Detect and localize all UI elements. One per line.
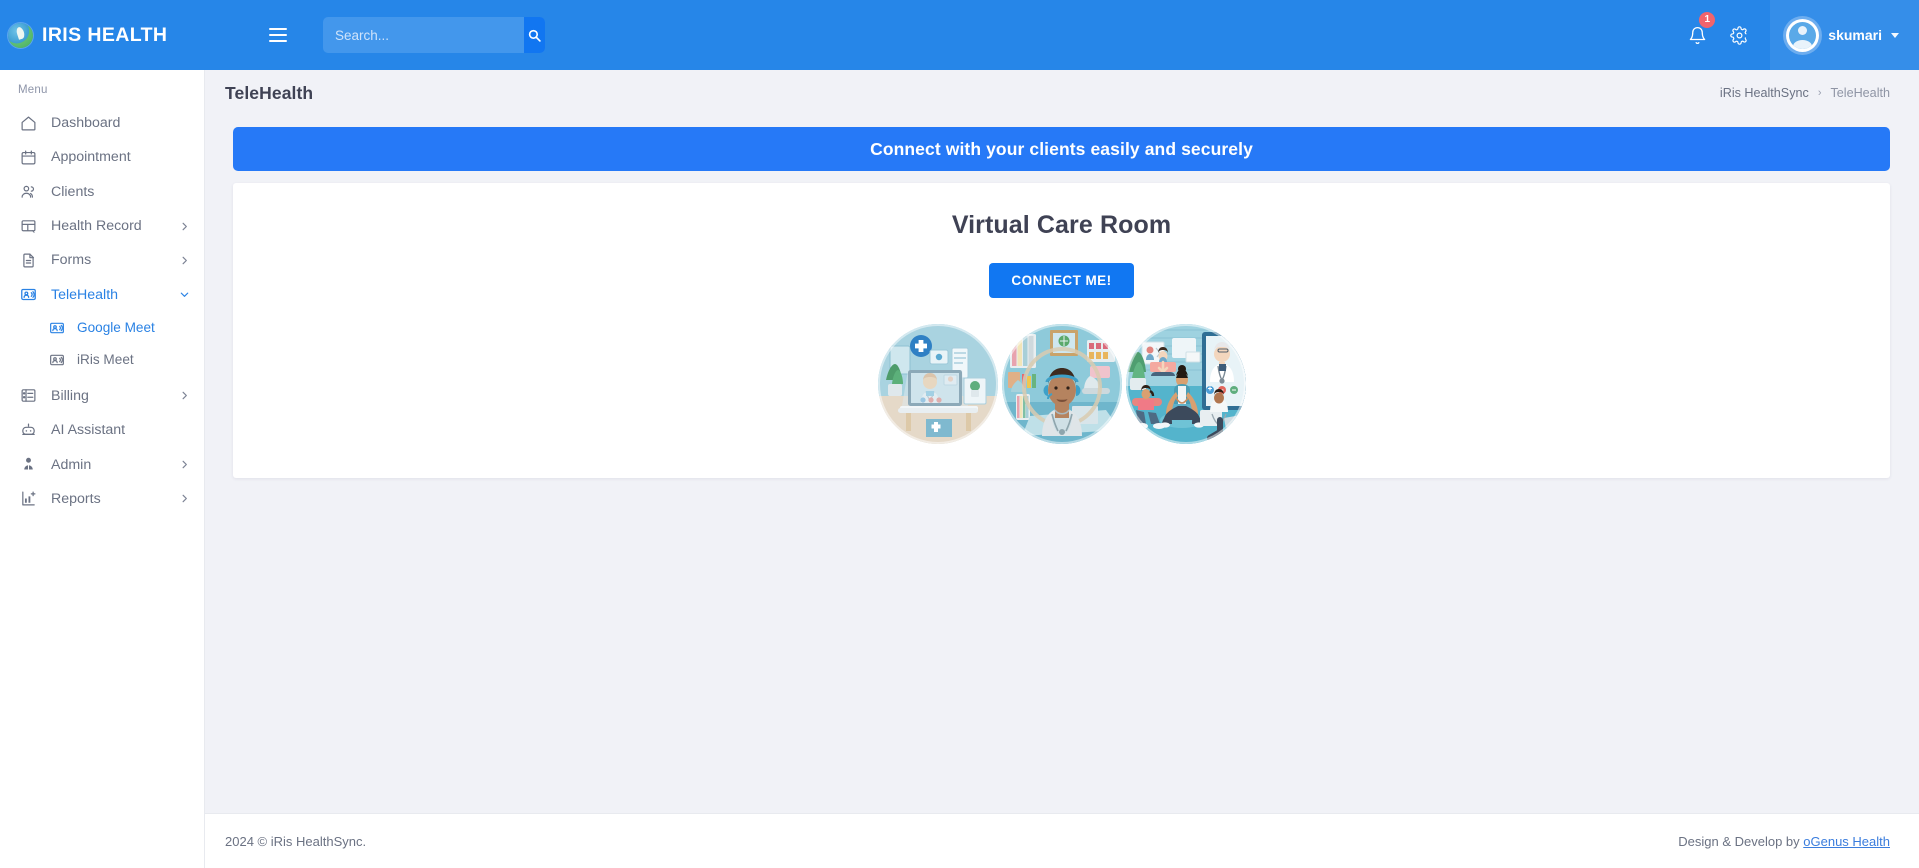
sidebar-subitem-label: Google Meet	[77, 320, 155, 336]
admin-user-icon	[19, 455, 38, 474]
user-avatar-icon	[1786, 18, 1820, 52]
chevron-down-icon	[179, 289, 190, 300]
footer-credit: Design & Develop by oGenus Health	[1678, 834, 1890, 849]
connect-me-button[interactable]: CONNECT ME!	[989, 263, 1134, 298]
chevron-right-icon: ›	[1817, 87, 1822, 99]
sidebar-item-label: TeleHealth	[51, 286, 119, 303]
sidebar-item-health-record[interactable]: Health Record	[0, 209, 204, 243]
page-title: TeleHealth	[225, 82, 314, 103]
id-card-icon	[48, 319, 66, 337]
calendar-icon	[19, 148, 38, 167]
id-card-icon	[19, 285, 38, 304]
sidebar-subitem-label: iRis Meet	[77, 352, 134, 368]
users-icon	[19, 182, 38, 201]
brand-name: IRIS HEALTH	[42, 23, 168, 46]
home-icon	[19, 114, 38, 133]
telehealth-laptop-consultation-illustration	[877, 324, 998, 444]
sidebar-item-label: Health Record	[51, 218, 142, 235]
search-bar[interactable]	[323, 17, 545, 53]
id-card-icon	[48, 351, 66, 369]
sidebar-item-label: Dashboard	[51, 115, 121, 132]
chevron-right-icon	[179, 390, 190, 401]
chevron-right-icon	[179, 221, 190, 232]
bell-icon[interactable]: 1	[1676, 0, 1718, 70]
sidebar-item-label: Admin	[51, 456, 92, 473]
sidebar-item-billing[interactable]: Billing	[0, 379, 204, 413]
sidebar-item-label: Reports	[51, 490, 101, 507]
sidebar: Menu Dashboard Appointment Clients Healt…	[0, 70, 205, 868]
breadcrumb-root-link[interactable]: iRis HealthSync	[1720, 86, 1809, 100]
search-input[interactable]	[323, 17, 524, 53]
robot-icon	[19, 421, 38, 440]
chevron-right-icon	[179, 493, 190, 504]
billing-list-icon	[19, 386, 38, 405]
sidebar-subitem-iris-meet[interactable]: iRis Meet	[0, 344, 204, 376]
page-footer: 2024 © iRis HealthSync. Design & Develop…	[205, 813, 1919, 868]
chart-plus-icon	[19, 489, 38, 508]
sidebar-item-label: Billing	[51, 387, 89, 404]
document-icon	[19, 251, 38, 270]
sidebar-item-telehealth[interactable]: TeleHealth	[0, 277, 204, 311]
breadcrumb-current: TeleHealth	[1830, 86, 1890, 100]
sidebar-item-label: AI Assistant	[51, 422, 126, 439]
card-heading: Virtual Care Room	[951, 211, 1172, 239]
search-icon[interactable]	[524, 17, 545, 53]
sidebar-item-label: Clients	[51, 183, 95, 200]
main-content: TeleHealth iRis HealthSync › TeleHealth …	[205, 70, 1919, 868]
grid-heart-icon	[19, 217, 38, 236]
header-actions: 1 skumari	[1676, 0, 1919, 70]
sidebar-subitem-google-meet[interactable]: Google Meet	[0, 312, 204, 344]
chevron-down-icon	[1891, 32, 1899, 38]
sidebar-item-reports[interactable]: Reports	[0, 482, 204, 516]
sidebar-item-clients[interactable]: Clients	[0, 175, 204, 209]
sidebar-item-admin[interactable]: Admin	[0, 447, 204, 481]
ogenus-health-link[interactable]: oGenus Health	[1803, 834, 1890, 849]
sidebar-item-forms[interactable]: Forms	[0, 243, 204, 277]
globe-leaf-logo-icon	[8, 22, 33, 48]
breadcrumb: iRis HealthSync › TeleHealth	[1720, 86, 1890, 100]
notification-count-badge: 1	[1699, 12, 1716, 28]
user-name: skumari	[1828, 27, 1882, 43]
brand-area[interactable]: IRIS HEALTH	[0, 0, 255, 70]
footer-copyright: 2024 © iRis HealthSync.	[225, 833, 367, 849]
sidebar-item-label: Forms	[51, 252, 92, 269]
top-header-bar: IRIS HEALTH 1	[0, 0, 1919, 70]
sidebar-item-appointment[interactable]: Appointment	[0, 140, 204, 174]
gear-icon[interactable]	[1718, 0, 1760, 70]
doctor-with-headset-illustration	[1001, 324, 1122, 444]
telehealth-image-gallery	[877, 324, 1246, 444]
virtual-care-room-card: Virtual Care Room CONNECT ME!	[233, 183, 1890, 478]
sidebar-item-label: Appointment	[51, 149, 131, 166]
promo-banner: Connect with your clients easily and sec…	[233, 127, 1890, 171]
hamburger-icon[interactable]	[261, 18, 295, 52]
sidebar-item-ai-assistant[interactable]: AI Assistant	[0, 413, 204, 447]
sidebar-section-label: Menu	[18, 84, 48, 96]
chevron-right-icon	[179, 459, 190, 470]
page-header: TeleHealth iRis HealthSync › TeleHealth	[205, 76, 1919, 110]
group-telehealth-wellness-session-illustration	[1125, 324, 1246, 444]
chevron-right-icon	[179, 255, 190, 266]
footer-credit-prefix: Design & Develop by	[1678, 833, 1804, 849]
sidebar-item-dashboard[interactable]: Dashboard	[0, 106, 204, 140]
user-menu[interactable]: skumari	[1770, 0, 1919, 70]
